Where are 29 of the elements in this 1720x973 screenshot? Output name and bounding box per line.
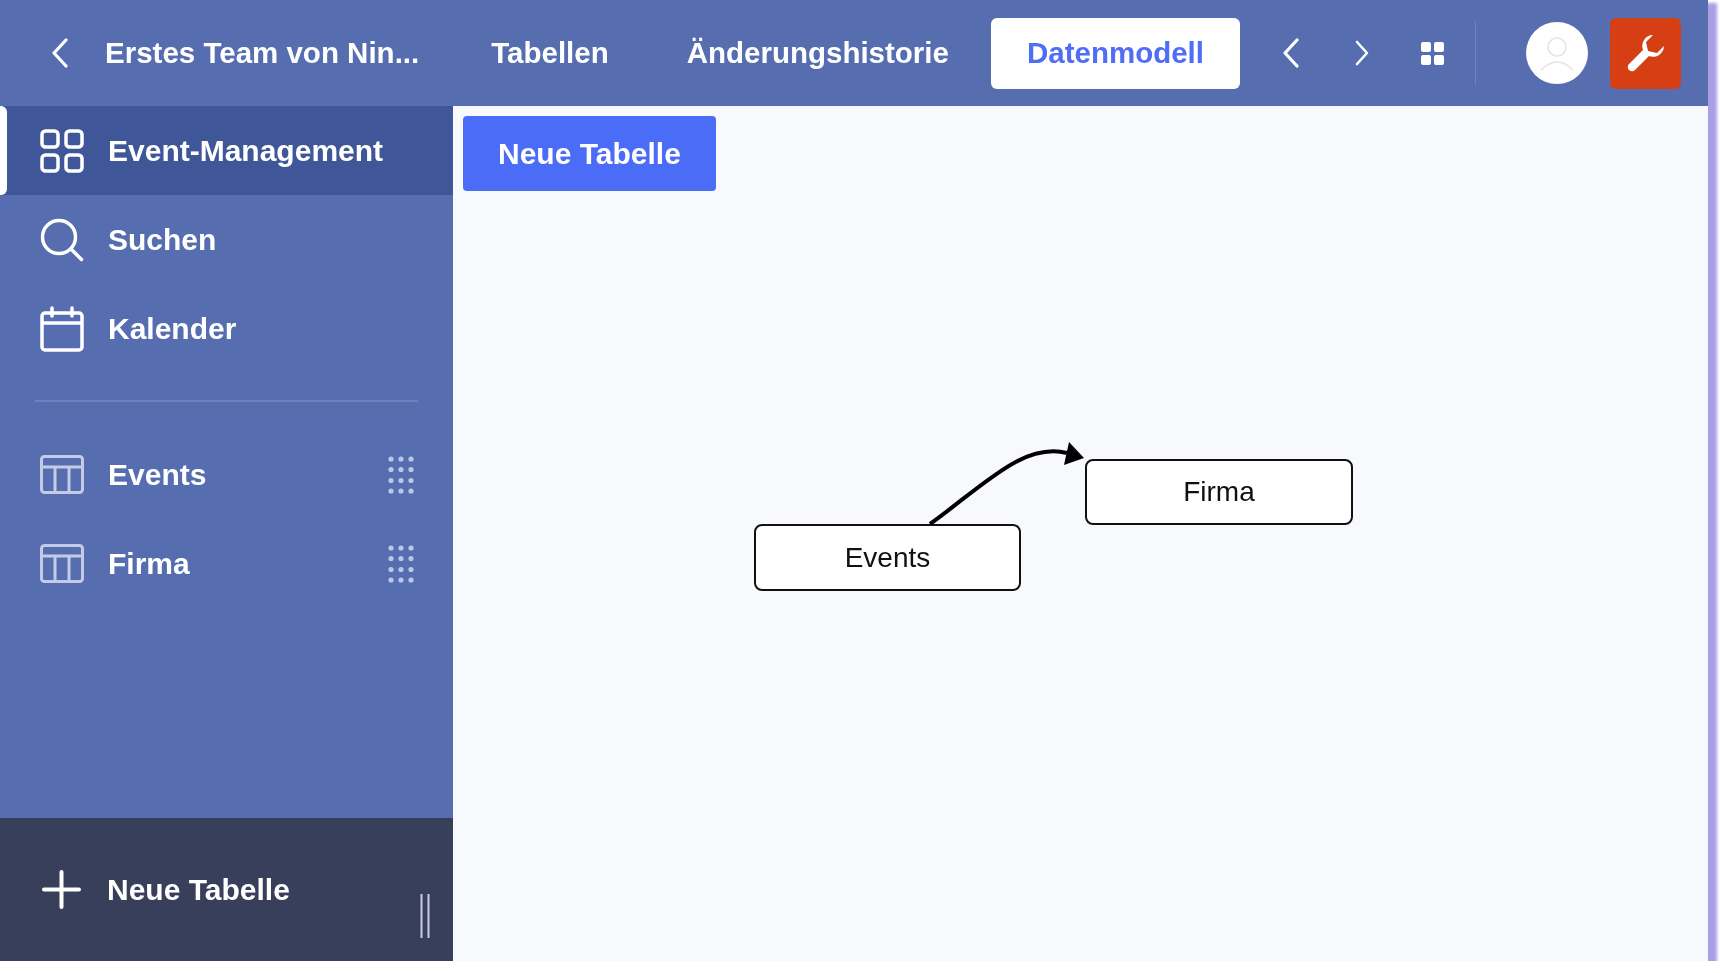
calendar-icon [40,305,84,352]
chevron-left-icon[interactable] [1282,38,1299,68]
table-item[interactable]: Events [0,430,453,519]
nav-tab[interactable]: Datenmodell [990,17,1240,89]
grid-icon[interactable] [1421,41,1444,65]
team-title: Erstes Team von Nin... [105,36,420,70]
search-icon [40,217,84,262]
wrench-button[interactable] [1610,17,1681,89]
resize-handle[interactable] [420,894,430,938]
new-table-button[interactable]: Neue Tabelle [0,818,420,961]
wrench-icon [1625,33,1666,73]
nav-tab[interactable]: Änderungshistorie [650,17,985,89]
plus-icon [42,870,81,909]
sidebar-item[interactable]: Event-Management [0,106,453,195]
table-item[interactable]: Firma [0,519,453,608]
chevron-right-icon[interactable] [1354,40,1369,66]
nav-tab[interactable]: Tabellen [455,17,645,89]
drag-handle-icon[interactable] [388,455,414,494]
new-table-button[interactable]: Neue Tabelle [463,116,716,191]
avatar-icon[interactable] [1526,22,1588,84]
table-icon [40,455,84,494]
back-icon[interactable] [52,38,68,68]
sidebar-item[interactable]: Kalender [0,284,453,373]
sidebar-item[interactable]: Suchen [0,195,453,284]
table-node[interactable]: Events [754,524,1021,591]
drag-handle-icon[interactable] [388,544,414,583]
table-icon [40,544,84,583]
grid-icon [40,128,84,173]
table-node[interactable]: Firma [1085,459,1353,525]
